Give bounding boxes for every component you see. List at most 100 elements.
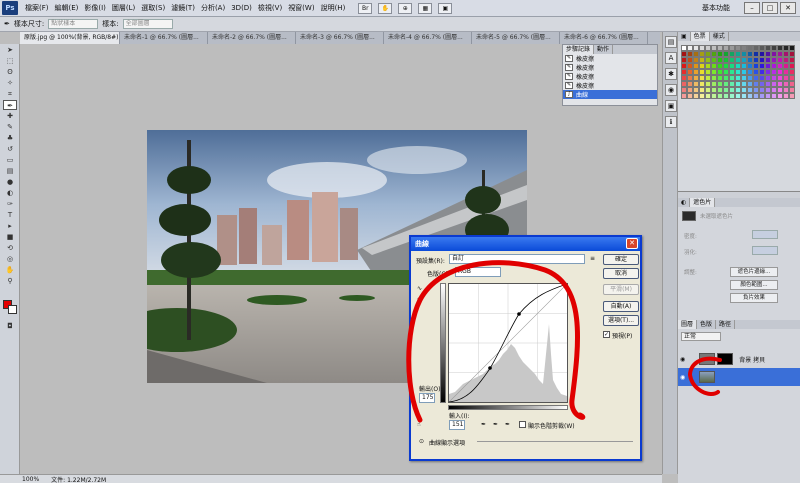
history-item[interactable]: ∫ 曲線 — [563, 90, 657, 99]
hand-icon[interactable]: ✋ — [378, 2, 393, 14]
tab-masks[interactable]: 遮色片 — [690, 198, 716, 207]
cancel-button[interactable]: 取消 — [603, 268, 639, 279]
menu-analysis[interactable]: 分析(A) — [198, 3, 228, 13]
ok-button[interactable]: 確定 — [603, 254, 639, 265]
tab-document-7[interactable]: 未命名-6 @ 66.7% (圖層... — [560, 32, 648, 44]
crop-tool-icon[interactable]: ⌗ — [3, 89, 17, 99]
tab-adjustments[interactable]: ◐ — [678, 198, 691, 207]
smooth-button[interactable]: 平滑(M) — [603, 284, 639, 295]
maximize-icon[interactable]: □ — [762, 2, 778, 14]
tab-document-5[interactable]: 未命名-4 @ 66.7% (圖層... — [384, 32, 472, 44]
character-panel-icon[interactable]: A — [665, 52, 677, 64]
menu-file[interactable]: 檔案(F) — [22, 3, 52, 13]
tab-document-3[interactable]: 未命名-2 @ 66.7% (圖層... — [208, 32, 296, 44]
curves-dialog-titlebar[interactable]: 曲線 ✕ — [411, 237, 640, 251]
brush-panel-icon[interactable]: ✱ — [665, 68, 677, 80]
expand-options-icon[interactable]: ⊙ — [419, 438, 424, 445]
preview-checkbox[interactable]: ✓ — [603, 331, 610, 338]
zoom-tool-icon[interactable]: ⚲ — [3, 276, 17, 286]
tab-paths[interactable]: 路徑 — [716, 320, 736, 329]
tab-swatches[interactable]: 色票 — [690, 32, 710, 41]
clone-stamp-tool-icon[interactable]: ♣ — [3, 133, 17, 143]
tab-channels[interactable]: 色版 — [697, 320, 717, 329]
menu-3d[interactable]: 3D(D) — [228, 4, 255, 12]
3d-rotate-tool-icon[interactable]: ⟲ — [3, 243, 17, 253]
color-swatch[interactable] — [789, 93, 795, 99]
eye-icon[interactable]: ◉ — [680, 374, 685, 381]
color-range-button[interactable]: 顏色範圍... — [730, 280, 778, 290]
zoom-level[interactable]: 100% — [22, 476, 39, 483]
tab-document-6[interactable]: 未命名-5 @ 66.7% (圖層... — [472, 32, 560, 44]
output-field[interactable]: 175 — [419, 393, 435, 403]
eyedropper-tool-icon[interactable]: ✒ — [3, 100, 17, 110]
3d-orbit-tool-icon[interactable]: ◎ — [3, 254, 17, 264]
auto-button[interactable]: 自動(A) — [603, 301, 639, 312]
curve-graph[interactable] — [448, 283, 568, 403]
display-options-label[interactable]: 曲線顯示選項 — [429, 438, 465, 447]
white-eyedropper-icon[interactable]: ✒ — [505, 421, 510, 428]
close-icon[interactable]: ✕ — [780, 2, 796, 14]
brush-tool-icon[interactable]: ✎ — [3, 122, 17, 132]
lasso-tool-icon[interactable]: ʘ — [3, 67, 17, 77]
menu-view[interactable]: 檢視(V) — [255, 3, 285, 13]
type-tool-icon[interactable]: T — [3, 210, 17, 220]
background-color-swatch[interactable] — [8, 305, 17, 314]
swatch-grid[interactable] — [681, 45, 795, 99]
history-brush-tool-icon[interactable]: ↺ — [3, 144, 17, 154]
blend-mode-select[interactable]: 正常 — [681, 332, 721, 341]
zoom-level-icon[interactable]: ⊕ — [398, 2, 413, 14]
eyedropper-tool-icon[interactable]: ✒ — [4, 20, 10, 28]
sample-size-select[interactable]: 點狀樣本 — [48, 19, 99, 29]
menu-layer[interactable]: 圖層(L) — [109, 3, 138, 13]
quick-mask-icon[interactable]: ◘ — [3, 321, 17, 331]
marquee-tool-icon[interactable]: ⬚ — [3, 56, 17, 66]
tab-styles[interactable]: 樣式 — [710, 32, 729, 41]
history-item[interactable]: ✎ 橡皮擦 — [563, 81, 657, 90]
options-button[interactable]: 選項(T)... — [603, 315, 639, 326]
pencil-edit-icon[interactable]: ✎ — [417, 297, 422, 304]
density-field[interactable] — [752, 230, 778, 239]
tab-document-2[interactable]: 未命名-1 @ 66.7% (圖層... — [120, 32, 208, 44]
shape-tool-icon[interactable]: ■ — [3, 232, 17, 242]
blur-tool-icon[interactable]: ● — [3, 177, 17, 187]
workspace-selector[interactable]: 基本功能 — [702, 3, 730, 13]
mask-edge-button[interactable]: 遮色片邊緣... — [730, 267, 778, 277]
sample-target-select[interactable]: 全部圖層 — [122, 19, 173, 29]
menu-filter[interactable]: 濾鏡(T) — [168, 3, 198, 13]
layer-row[interactable]: ◉ 背景 拷貝 — [678, 350, 800, 368]
info-panel-icon[interactable]: ℹ — [665, 116, 677, 128]
menu-select[interactable]: 選取(S) — [138, 3, 168, 13]
tab-document-4[interactable]: 未命名-3 @ 66.7% (圖層... — [296, 32, 384, 44]
clone-source-icon[interactable]: ◉ — [665, 84, 677, 96]
hand-tool-icon[interactable]: ✋ — [3, 265, 17, 275]
tab-color[interactable]: ▣ — [678, 32, 691, 41]
black-eyedropper-icon[interactable]: ✒ — [481, 421, 486, 428]
channel-select[interactable]: RGB — [455, 267, 501, 277]
invert-button[interactable]: 負片效果 — [730, 293, 778, 303]
menu-window[interactable]: 視窗(W) — [285, 3, 317, 13]
pen-tool-icon[interactable]: ✑ — [3, 199, 17, 209]
eraser-tool-icon[interactable]: ▭ — [3, 155, 17, 165]
tab-layers[interactable]: 圖層 — [678, 320, 698, 329]
path-select-tool-icon[interactable]: ▸ — [3, 221, 17, 231]
tab-history[interactable]: 步驟記錄 — [563, 45, 595, 54]
input-field[interactable]: 151 — [449, 420, 465, 430]
tab-document-1[interactable]: 原版.jpg @ 100%(背景, RGB/8#) * — [20, 32, 120, 44]
history-item[interactable]: ✎ 橡皮擦 — [563, 54, 657, 63]
healing-brush-tool-icon[interactable]: ✚ — [3, 111, 17, 121]
history-item[interactable]: ✎ 橡皮擦 — [563, 63, 657, 72]
close-icon[interactable]: ✕ — [626, 238, 638, 249]
arrange-icon[interactable]: ▦ — [418, 2, 433, 14]
on-image-adjust-icon[interactable]: ☝ — [417, 421, 421, 428]
screen-mode-icon[interactable]: ▣ — [438, 2, 453, 14]
navigator-icon[interactable]: ▣ — [665, 100, 677, 112]
feather-field[interactable] — [752, 246, 778, 255]
gray-eyedropper-icon[interactable]: ✒ — [493, 421, 498, 428]
dodge-tool-icon[interactable]: ◐ — [3, 188, 17, 198]
layer-row[interactable]: ◉ — [678, 368, 800, 386]
history-panel-icon[interactable]: ▤ — [665, 36, 677, 48]
eye-icon[interactable]: ◉ — [680, 356, 685, 363]
bridge-icon[interactable]: Br — [358, 2, 373, 14]
minimize-icon[interactable]: – — [744, 2, 760, 14]
preset-select[interactable]: 自訂 — [449, 254, 585, 264]
